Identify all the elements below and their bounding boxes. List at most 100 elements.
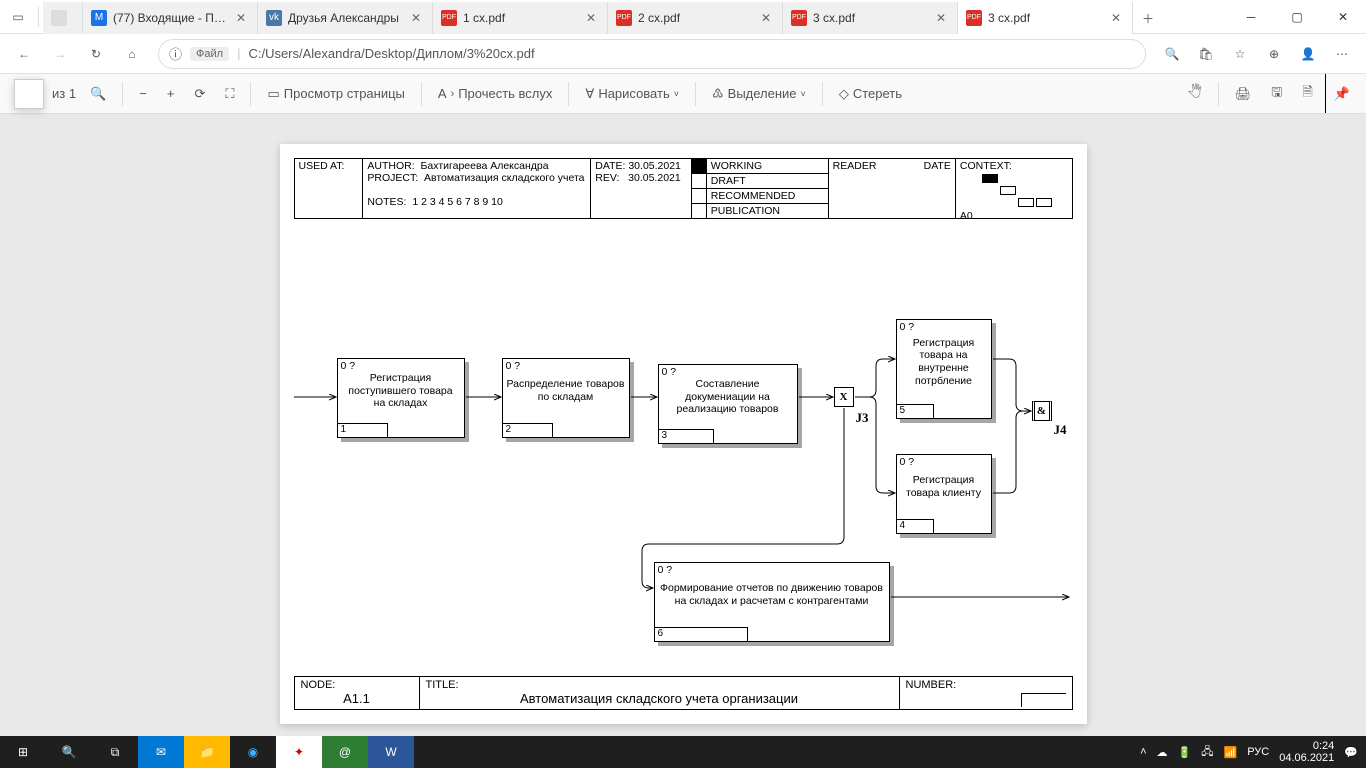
box-4: 0 ? Регистрация товара клиенту 4 <box>896 454 992 534</box>
idef-header-table: USED AT: AUTHOR: Бахтигареева Александра… <box>294 158 1073 219</box>
draw-button[interactable]: ∀ Нарисовать ˅ <box>579 80 685 108</box>
pdf-icon: PDF <box>966 10 982 26</box>
tab-pdf2[interactable]: PDF 2 cx.pdf ✕ <box>608 2 783 34</box>
collections-icon[interactable]: ⊕ <box>1258 38 1290 70</box>
pdf-toolbar: из 1 🔍 − + ⟳ ⛶ ▭ Просмотр страницы A› Пр… <box>0 74 1366 114</box>
separator <box>421 82 422 106</box>
zoom-in-button[interactable]: + <box>161 80 181 108</box>
fit-icon[interactable]: ⛶ <box>219 80 240 108</box>
separator <box>1218 82 1219 106</box>
new-tab-button[interactable]: ＋ <box>1133 4 1163 34</box>
separator: | <box>237 46 240 61</box>
app-red[interactable]: ✦ <box>276 736 322 768</box>
address-bar: ← → ↻ ⌂ ⓘ Файл | C:/Users/Alexandra/Desk… <box>0 34 1366 74</box>
url-input[interactable]: ⓘ Файл | C:/Users/Alexandra/Desktop/Дипл… <box>158 39 1146 69</box>
close-icon[interactable]: ✕ <box>233 10 249 26</box>
pdf-icon: PDF <box>791 10 807 26</box>
save-icon[interactable]: 🖫 <box>1265 80 1288 108</box>
forward-button[interactable]: → <box>44 38 76 70</box>
pdf-page: USED AT: AUTHOR: Бахтигареева Александра… <box>280 144 1087 724</box>
page-view-button[interactable]: ▭ Просмотр страницы <box>261 80 410 108</box>
separator <box>822 82 823 106</box>
mail-app[interactable]: ✉ <box>138 736 184 768</box>
box-5: 0 ? Регистрация товара на внутренне потр… <box>896 319 992 419</box>
box-1: 0 ? Регистрация поступившего товара на с… <box>337 358 465 438</box>
tab-blank[interactable] <box>43 2 83 34</box>
word-app[interactable]: W <box>368 736 414 768</box>
highlight-button[interactable]: ♳ Выделение ˅ <box>706 80 812 108</box>
tab-mail[interactable]: M (77) Входящие - По… ✕ <box>83 2 258 34</box>
read-aloud-button[interactable]: A› Прочесть вслух <box>432 80 559 108</box>
taskview-button[interactable]: ⧉ <box>92 736 138 768</box>
find-icon[interactable]: 🔍 <box>84 80 112 108</box>
info-icon: ⓘ <box>169 44 182 63</box>
favorites-icon[interactable]: ☆ <box>1224 38 1256 70</box>
app-green[interactable]: @ <box>322 736 368 768</box>
tray-battery-icon[interactable]: 🔋 <box>1178 746 1192 759</box>
close-icon[interactable]: ✕ <box>933 10 949 26</box>
vk-icon: vk <box>266 10 282 26</box>
separator <box>38 7 39 27</box>
profile-icon[interactable]: 👤 <box>1292 38 1324 70</box>
tray-network-icon[interactable]: 🖧 <box>1201 743 1213 762</box>
pdf-icon: PDF <box>441 10 457 26</box>
close-window-button[interactable]: ✕ <box>1320 0 1366 34</box>
url-text: C:/Users/Alexandra/Desktop/Диплом/3%20cx… <box>248 46 534 61</box>
back-button[interactable]: ← <box>8 38 40 70</box>
separator <box>122 82 123 106</box>
edge-app[interactable]: ◉ <box>230 736 276 768</box>
junction-and: & <box>1032 401 1052 421</box>
saveas-icon[interactable]: 🗎 <box>1296 80 1318 108</box>
close-icon[interactable]: ✕ <box>1108 10 1124 26</box>
used-at-cell: USED AT: <box>294 159 363 219</box>
window-controls: ─ ▢ ✕ <box>1228 0 1366 34</box>
tray-lang[interactable]: РУС <box>1247 746 1269 758</box>
home-button[interactable]: ⌂ <box>116 38 148 70</box>
rotate-icon[interactable]: ⟳ <box>188 80 211 108</box>
close-icon[interactable]: ✕ <box>583 10 599 26</box>
tab-label: Друзья Александры <box>288 11 402 25</box>
search-icon[interactable]: 🔍 <box>1156 38 1188 70</box>
favicon-blank <box>51 10 67 26</box>
tray-chevron-icon[interactable]: ˄ <box>1140 746 1146 758</box>
pdf-viewer[interactable]: USED AT: AUTHOR: Бахтигареева Александра… <box>0 114 1366 736</box>
close-icon[interactable]: ✕ <box>758 10 774 26</box>
tray-onedrive-icon[interactable]: ☁ <box>1157 746 1168 759</box>
zoom-out-button[interactable]: − <box>133 80 153 108</box>
tray-clock[interactable]: 0:24 04.06.2021 <box>1279 740 1334 764</box>
erase-button[interactable]: ◇ Стереть <box>833 80 908 108</box>
tray-notifications-icon[interactable]: 💬 <box>1344 746 1358 759</box>
toc-icon[interactable]: 🖑 <box>1182 80 1208 108</box>
start-button[interactable]: ⊞ <box>0 736 46 768</box>
tab-label: 2 cx.pdf <box>638 11 752 25</box>
page-input[interactable] <box>14 79 44 109</box>
idef-diagram: 0 ? Регистрация поступившего товара на с… <box>294 224 1073 674</box>
tab-label: 3 cx.pdf <box>988 11 1102 25</box>
refresh-button[interactable]: ↻ <box>80 38 112 70</box>
idef-footer-table: NODE:A1.1 TITLE:Автоматизация складского… <box>294 676 1073 710</box>
tab-pdf3[interactable]: PDF 3 cx.pdf ✕ <box>783 2 958 34</box>
shopping-icon[interactable]: 🛍 <box>1190 38 1222 70</box>
minimize-button[interactable]: ─ <box>1228 0 1274 34</box>
tray-wifi-icon[interactable]: 📶 <box>1224 746 1238 759</box>
menu-icon[interactable]: ⋯ <box>1326 38 1358 70</box>
junction-x: X <box>834 387 854 407</box>
separator <box>695 82 696 106</box>
close-icon[interactable]: ✕ <box>408 10 424 26</box>
search-button[interactable]: 🔍 <box>46 736 92 768</box>
pin-icon[interactable]: 📌 <box>1325 74 1358 113</box>
taskbar: ⊞ 🔍 ⧉ ✉ 📁 ◉ ✦ @ W ˄ ☁ 🔋 🖧 📶 РУС 0:24 04.… <box>0 736 1366 768</box>
tab-label: (77) Входящие - По… <box>113 11 227 25</box>
maximize-button[interactable]: ▢ <box>1274 0 1320 34</box>
titlebar: ▭ M (77) Входящие - По… ✕ vk Друзья Алек… <box>0 0 1366 34</box>
junction-label-j3: J3 <box>856 410 869 426</box>
tab-pdf1[interactable]: PDF 1 cx.pdf ✕ <box>433 2 608 34</box>
print-icon[interactable]: 🖨 <box>1229 80 1258 108</box>
separator <box>250 82 251 106</box>
explorer-app[interactable]: 📁 <box>184 736 230 768</box>
file-badge: Файл <box>190 47 229 61</box>
separator <box>568 82 569 106</box>
tab-pdf3-active[interactable]: PDF 3 cx.pdf ✕ <box>958 2 1133 34</box>
tab-vk[interactable]: vk Друзья Александры ✕ <box>258 2 433 34</box>
tab-actions-icon[interactable]: ▭ <box>4 3 32 31</box>
